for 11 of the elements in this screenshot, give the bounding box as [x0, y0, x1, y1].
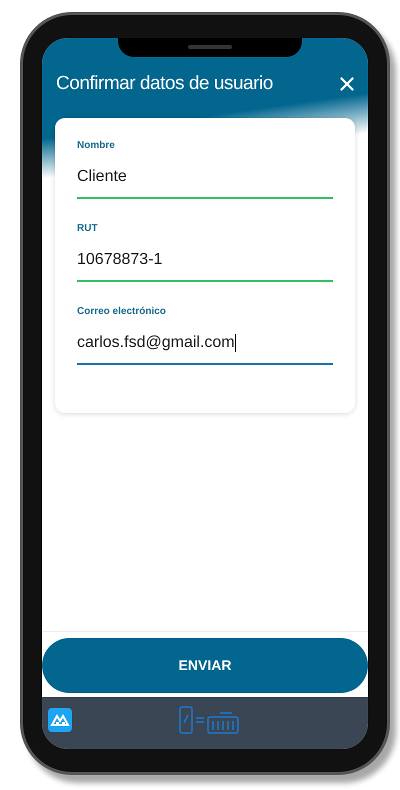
dialog-title: Confirmar datos de usuario [56, 72, 273, 96]
text-caret [234, 334, 236, 352]
field-label: Nombre [77, 139, 116, 153]
input-field[interactable]: Cliente [77, 165, 333, 199]
field-label: RUT [77, 222, 99, 236]
input-field[interactable]: carlos.fsd@gmail.com [77, 331, 333, 365]
submit-button[interactable]: ENVIAR [42, 638, 368, 693]
field-label: Correo electrónico [77, 305, 167, 319]
app-logo-icon[interactable] [48, 708, 72, 732]
speaker-slot [188, 45, 232, 49]
input-field[interactable]: 10678873-1 [77, 248, 333, 282]
